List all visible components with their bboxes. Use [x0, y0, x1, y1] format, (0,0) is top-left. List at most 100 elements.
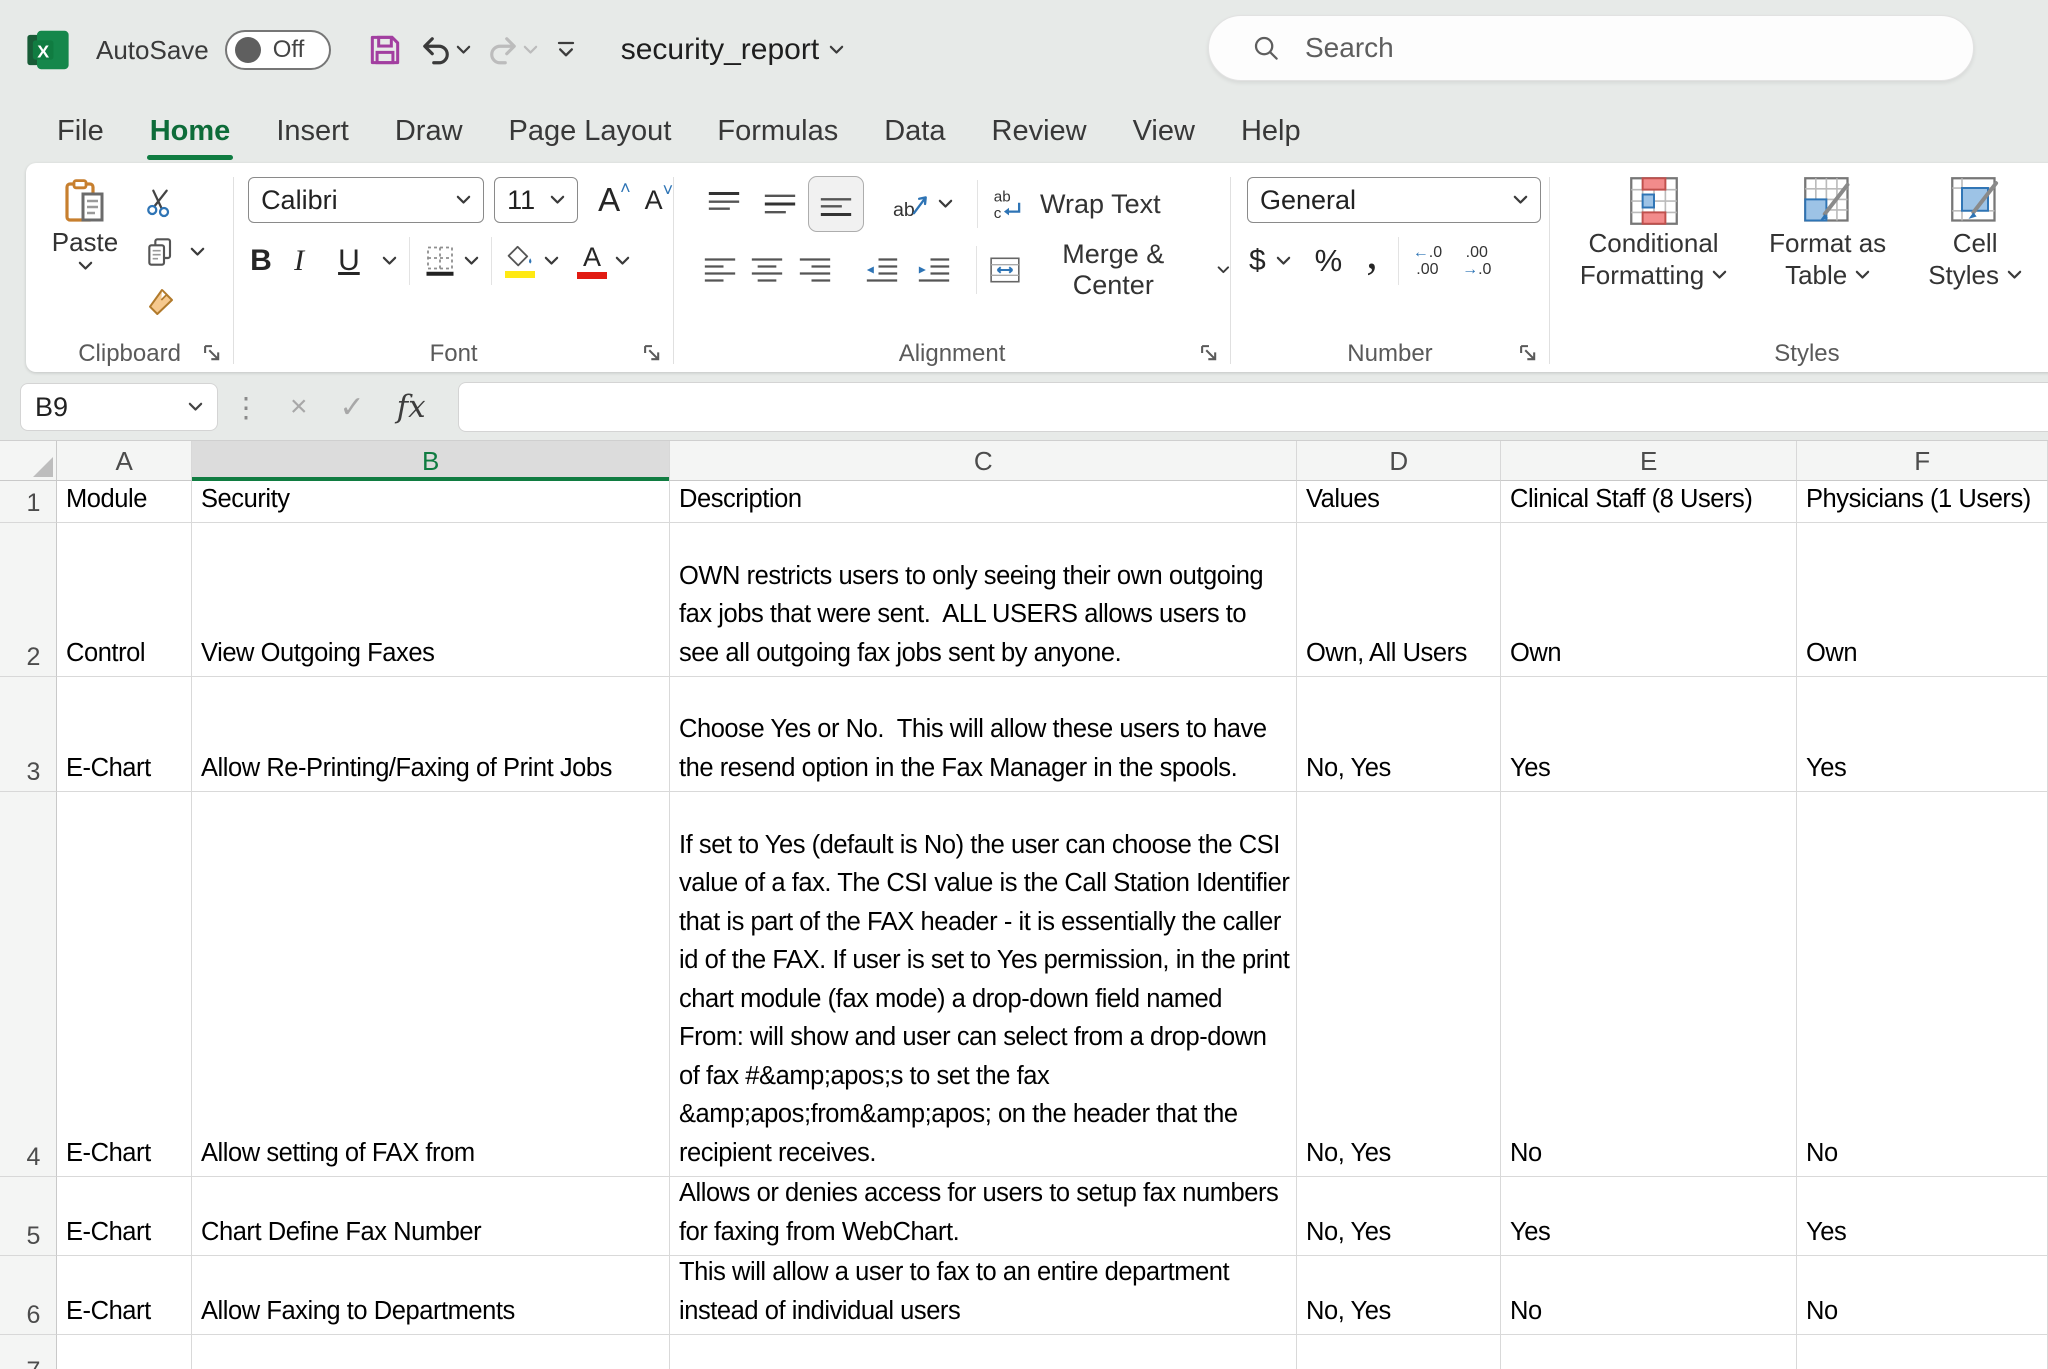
accounting-chevron-icon[interactable]: [1276, 256, 1291, 266]
cell-F6[interactable]: No: [1797, 1256, 2048, 1335]
cell-D3[interactable]: No, Yes: [1297, 677, 1501, 792]
cell-E2[interactable]: Own: [1501, 523, 1797, 677]
cell-B6[interactable]: Allow Faxing to Departments: [192, 1256, 670, 1335]
cell-E6[interactable]: No: [1501, 1256, 1797, 1335]
tab-help[interactable]: Help: [1218, 100, 1324, 163]
formula-input[interactable]: [458, 382, 2048, 432]
column-header-F[interactable]: F: [1797, 441, 2048, 481]
number-dialog-launcher-icon[interactable]: [1517, 342, 1539, 364]
align-center-button[interactable]: [744, 256, 791, 284]
column-header-C[interactable]: C: [670, 441, 1297, 481]
font-dialog-launcher-icon[interactable]: [641, 342, 663, 364]
cell-C1[interactable]: Description: [670, 481, 1297, 523]
align-left-button[interactable]: [696, 256, 743, 284]
column-header-D[interactable]: D: [1297, 441, 1501, 481]
save-button[interactable]: [366, 31, 404, 69]
align-right-button[interactable]: [791, 256, 838, 284]
formula-bar-separator[interactable]: ⋮: [232, 391, 260, 424]
cell-B3[interactable]: Allow Re-Printing/Faxing of Print Jobs: [192, 677, 670, 792]
cell-D6[interactable]: No, Yes: [1297, 1256, 1501, 1335]
cell-F3[interactable]: Yes: [1797, 677, 2048, 792]
number-format-select[interactable]: General: [1247, 177, 1541, 223]
undo-button[interactable]: [418, 32, 471, 68]
align-bottom-button[interactable]: [808, 176, 864, 232]
cell-styles-button[interactable]: Cell Styles: [1928, 175, 2022, 336]
increase-indent-button[interactable]: [916, 256, 952, 284]
cell-D5[interactable]: No, Yes: [1297, 1177, 1501, 1256]
cell-C4[interactable]: If set to Yes (default is No) the user c…: [670, 792, 1297, 1177]
row-header-2[interactable]: 2: [0, 523, 57, 677]
cell-E7[interactable]: [1501, 1335, 1797, 1369]
row-header-7[interactable]: 7: [0, 1335, 57, 1369]
cell-C6[interactable]: This will allow a user to fax to an enti…: [670, 1256, 1297, 1335]
font-color-button[interactable]: A: [577, 244, 607, 279]
percent-style-button[interactable]: %: [1315, 243, 1343, 279]
cell-E1[interactable]: Clinical Staff (8 Users): [1501, 481, 1797, 523]
cell-F7[interactable]: [1797, 1335, 2048, 1369]
redo-button[interactable]: [485, 32, 538, 68]
row-header-4[interactable]: 4: [0, 792, 57, 1177]
column-header-B[interactable]: B: [192, 441, 670, 481]
cell-A7[interactable]: [57, 1335, 192, 1369]
borders-button[interactable]: [422, 243, 458, 279]
format-as-table-button[interactable]: Format as Table: [1769, 175, 1886, 336]
cell-B5[interactable]: Chart Define Fax Number: [192, 1177, 670, 1256]
cell-A2[interactable]: Control: [57, 523, 192, 677]
font-size-select[interactable]: 11: [494, 177, 578, 223]
tab-review[interactable]: Review: [969, 100, 1110, 163]
cell-D4[interactable]: No, Yes: [1297, 792, 1501, 1177]
comma-style-button[interactable]: ,: [1366, 243, 1378, 263]
column-header-E[interactable]: E: [1501, 441, 1797, 481]
cell-B4[interactable]: Allow setting of FAX from: [192, 792, 670, 1177]
quick-access-overflow-button[interactable]: [552, 36, 580, 64]
cell-C5[interactable]: Allows or denies access for users to set…: [670, 1177, 1297, 1256]
orientation-button[interactable]: ab: [890, 187, 930, 221]
cell-E5[interactable]: Yes: [1501, 1177, 1797, 1256]
document-title[interactable]: security_report: [621, 33, 819, 67]
cell-B1[interactable]: Security: [192, 481, 670, 523]
cell-B7[interactable]: [192, 1335, 670, 1369]
italic-button[interactable]: I: [294, 244, 338, 278]
copy-button[interactable]: [144, 227, 205, 277]
cell-C7[interactable]: [670, 1335, 1297, 1369]
clipboard-dialog-launcher-icon[interactable]: [201, 342, 223, 364]
cell-F2[interactable]: Own: [1797, 523, 2048, 677]
cell-E4[interactable]: No: [1501, 792, 1797, 1177]
search-bar[interactable]: Search: [1208, 15, 1974, 81]
align-middle-button[interactable]: [752, 190, 808, 218]
bold-button[interactable]: B: [250, 244, 294, 278]
cell-A3[interactable]: E-Chart: [57, 677, 192, 792]
merge-center-chevron-icon[interactable]: [1217, 265, 1230, 275]
cell-E3[interactable]: Yes: [1501, 677, 1797, 792]
name-box[interactable]: B9: [20, 383, 218, 431]
format-painter-button[interactable]: [144, 277, 205, 327]
autosave-toggle[interactable]: Off: [225, 30, 331, 70]
cell-C3[interactable]: Choose Yes or No. This will allow these …: [670, 677, 1297, 792]
font-color-chevron-icon[interactable]: [615, 256, 630, 266]
accounting-format-button[interactable]: $: [1249, 244, 1266, 278]
increase-font-size-button[interactable]: A˄: [598, 181, 631, 219]
font-name-select[interactable]: Calibri: [248, 177, 484, 223]
tab-data[interactable]: Data: [861, 100, 968, 163]
tab-formulas[interactable]: Formulas: [694, 100, 861, 163]
cell-A6[interactable]: E-Chart: [57, 1256, 192, 1335]
tab-page-layout[interactable]: Page Layout: [486, 100, 695, 163]
tab-view[interactable]: View: [1110, 100, 1218, 163]
cell-F5[interactable]: Yes: [1797, 1177, 2048, 1256]
borders-chevron-icon[interactable]: [464, 256, 479, 266]
row-header-1[interactable]: 1: [0, 481, 57, 523]
decrease-font-size-button[interactable]: A˅: [645, 185, 674, 216]
cell-B2[interactable]: View Outgoing Faxes: [192, 523, 670, 677]
increase-decimal-button[interactable]: ←.0.00: [1413, 244, 1442, 278]
tab-file[interactable]: File: [34, 100, 127, 163]
cut-button[interactable]: [144, 177, 205, 227]
tab-draw[interactable]: Draw: [372, 100, 486, 163]
row-header-5[interactable]: 5: [0, 1177, 57, 1256]
fill-color-chevron-icon[interactable]: [544, 256, 559, 266]
paste-button[interactable]: Paste: [42, 177, 128, 336]
fill-color-button[interactable]: [504, 245, 536, 278]
cell-D1[interactable]: Values: [1297, 481, 1501, 523]
enter-button[interactable]: ✓: [334, 389, 371, 426]
cell-F4[interactable]: No: [1797, 792, 2048, 1177]
wrap-text-button[interactable]: ab c Wrap Text: [990, 187, 1161, 221]
